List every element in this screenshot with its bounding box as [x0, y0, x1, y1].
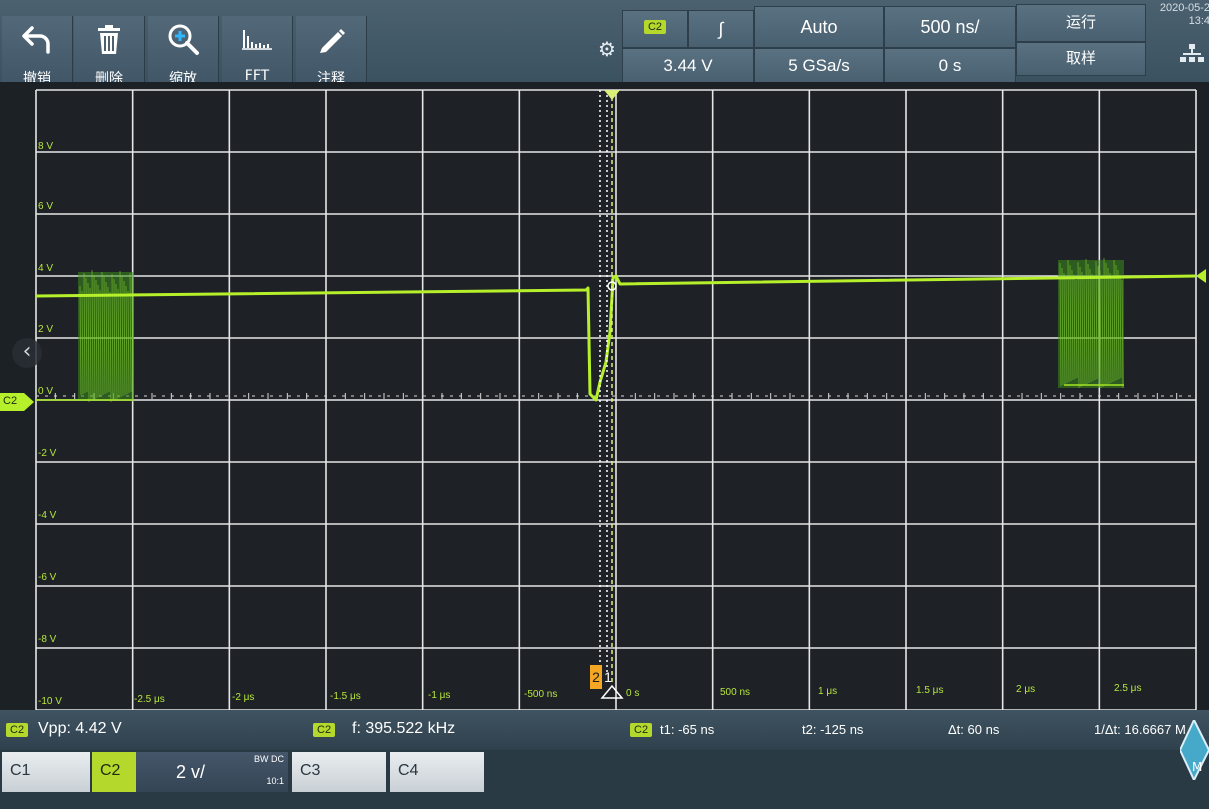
time-label: 2 μs — [1016, 684, 1036, 695]
frequency-measurement[interactable]: f: 395.522 kHz — [352, 720, 455, 738]
vpp-channel-badge: C2 — [6, 723, 29, 737]
ch2-offset-label: C2 — [3, 395, 18, 407]
trash-icon — [74, 22, 144, 56]
volt-label: 6 V — [38, 201, 54, 212]
timebase-offset[interactable]: 0 s — [884, 48, 1016, 84]
channel-bar: C1 C2 2 v/ BW DC 10:1 C3 C4 M — [0, 717, 1209, 809]
time-label: -2 μs — [232, 692, 255, 703]
channel-c4-button[interactable]: C4 — [390, 752, 484, 792]
delete-button[interactable]: 删除 — [74, 16, 145, 90]
waveform-display[interactable] — [0, 82, 1209, 712]
time-label: -500 ns — [524, 689, 558, 700]
channel-c3-button[interactable]: C3 — [292, 752, 386, 792]
channel-c2-probe: 10:1 — [266, 776, 284, 786]
volt-label: -8 V — [38, 634, 57, 645]
trigger-edge[interactable]: ∫ — [688, 10, 754, 48]
vpp-measurement[interactable]: Vpp: 4.42 V — [38, 720, 122, 738]
time-label: -1 μs — [428, 690, 451, 701]
cursor-1-label[interactable]: 1 — [602, 665, 614, 689]
left-nav-arrow[interactable]: ‹ — [12, 338, 42, 368]
volt-label: -2 V — [38, 448, 57, 459]
channel-c1-button[interactable]: C1 — [2, 752, 90, 792]
zoom-icon — [148, 22, 218, 56]
channel-c2-bandwidth: BW DC — [254, 754, 284, 764]
volt-label: 2 V — [38, 324, 54, 335]
trigger-mode[interactable]: Auto — [754, 6, 884, 48]
time-label: -2.5 μs — [134, 694, 165, 705]
time-label: 2.5 μs — [1114, 683, 1142, 694]
measurement-bar: C2 Vpp: 4.42 V C2 f: 395.522 kHz C2 t1: … — [0, 710, 1209, 750]
ch2-offset-marker[interactable]: C2 — [0, 393, 34, 411]
channel-c2-label: C2 — [100, 762, 121, 779]
trigger-channel[interactable]: C2 — [622, 10, 688, 48]
fft-button[interactable]: FFT — [222, 16, 293, 90]
pencil-icon — [296, 22, 366, 56]
delta-t-measurement[interactable]: Δt: 60 ns — [948, 722, 999, 737]
undo-icon — [2, 22, 72, 56]
center-axis-ticks — [35, 393, 1196, 399]
freq-channel-badge: C2 — [313, 723, 336, 737]
zoom-button[interactable]: 缩放 — [148, 16, 219, 90]
date-text: 2020-05-2 — [1159, 2, 1209, 14]
channel-c2-scale: 2 v/ — [176, 762, 206, 782]
trigger-level[interactable]: 3.44 V — [622, 48, 754, 84]
channel-c3-label: C3 — [300, 762, 321, 779]
channel-c1-label: C1 — [10, 762, 31, 779]
volt-label: -6 V — [38, 572, 57, 583]
graticule — [0, 82, 1209, 712]
annotate-button[interactable]: 注释 — [296, 16, 367, 90]
datetime: 2020-05-2 13:4 — [1150, 2, 1209, 36]
time-label: -1.5 μs — [330, 691, 361, 702]
gear-icon[interactable]: ⚙ — [594, 36, 620, 62]
time-text: 13:4 — [1188, 15, 1209, 27]
volt-label: 8 V — [38, 141, 54, 152]
run-state[interactable]: 运行 — [1016, 4, 1146, 42]
cursor-2-label[interactable]: 2 — [590, 665, 602, 689]
volt-label: -10 V — [38, 696, 62, 707]
math-menu-button[interactable]: M — [1178, 717, 1209, 783]
fft-icon — [222, 22, 292, 56]
cursor-channel-badge: C2 — [630, 723, 653, 737]
channel-c2-button[interactable]: C2 2 v/ BW DC 10:1 — [92, 752, 288, 792]
math-label: M — [1192, 760, 1203, 774]
time-label: 500 ns — [720, 687, 751, 698]
network-icon — [1180, 42, 1204, 64]
timebase-scale[interactable]: 500 ns/ — [884, 6, 1016, 48]
undo-button[interactable]: 撤销 — [2, 16, 73, 90]
time-label: 1.5 μs — [916, 685, 944, 696]
volt-label: 4 V — [38, 263, 54, 274]
t2-measurement[interactable]: t2: -125 ns — [802, 722, 863, 737]
acquisition-mode[interactable]: 取样 — [1016, 42, 1146, 76]
t1-measurement[interactable]: t1: -65 ns — [660, 722, 714, 737]
channel-c4-label: C4 — [398, 762, 419, 779]
time-label: 1 μs — [818, 686, 838, 697]
volt-label: 0 V — [38, 386, 54, 397]
sample-rate[interactable]: 5 GSa/s — [754, 48, 884, 84]
volt-label: -4 V — [38, 510, 57, 521]
time-label: 0 s — [626, 688, 640, 699]
inverse-delta-t-measurement[interactable]: 1/Δt: 16.6667 M — [1094, 722, 1186, 737]
